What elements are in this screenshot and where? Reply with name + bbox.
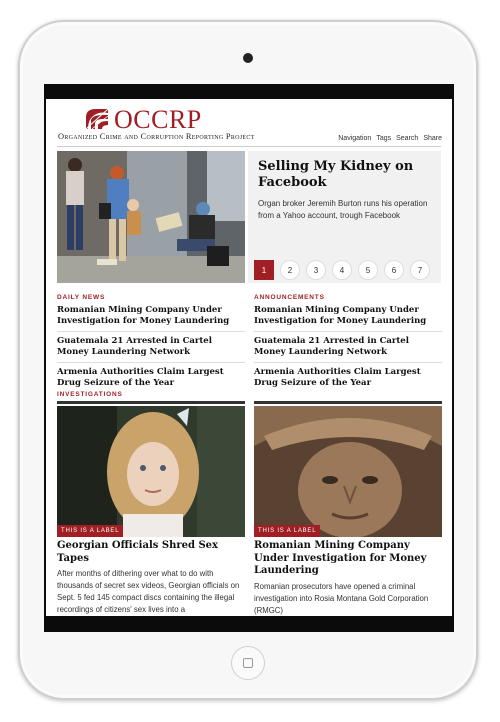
pager-page-4[interactable]: 4	[332, 260, 352, 280]
section-divider	[57, 401, 245, 404]
daily-news-item[interactable]: Armenia Authorities Claim Largest Drug S…	[57, 366, 245, 393]
card-title[interactable]: Romanian Mining Company Under Investigat…	[254, 540, 442, 578]
hero-image[interactable]	[57, 151, 245, 283]
card-title[interactable]: Georgian Officials Shred Sex Tapes	[57, 540, 245, 565]
card-label: THIS IS A LABEL	[57, 525, 124, 537]
site-subtitle: Organized Crime and Corruption Reporting…	[58, 132, 255, 141]
top-navigation: Navigation Tags Search Share	[338, 135, 442, 142]
section-label-announcements: ANNOUNCEMENTS	[254, 294, 325, 301]
hero-title[interactable]: Selling My Kidney on Facebook	[258, 159, 436, 191]
investigation-card[interactable]: THIS IS A LABEL Georgian Officials Shred…	[57, 406, 245, 616]
pager-page-2[interactable]: 2	[280, 260, 300, 280]
home-button[interactable]	[231, 646, 265, 680]
pager-page-1[interactable]: 1	[254, 260, 274, 280]
card-excerpt: Romanian prosecutors have opened a crimi…	[254, 581, 429, 615]
pager-page-3[interactable]: 3	[306, 260, 326, 280]
section-divider	[254, 401, 442, 404]
announcement-item[interactable]: Guatemala 21 Arrested in Cartel Money La…	[254, 335, 442, 363]
daily-news-section: DAILY NEWS Romanian Mining Company Under…	[57, 293, 245, 396]
announcement-item[interactable]: Armenia Authorities Claim Largest Drug S…	[254, 366, 442, 393]
card-image-girl[interactable]: THIS IS A LABEL	[57, 406, 245, 537]
site-logo[interactable]: OCCRP	[114, 106, 202, 134]
card-image-old-woman[interactable]: THIS IS A LABEL	[254, 406, 442, 537]
hero-panel: Selling My Kidney on Facebook Organ brok…	[248, 151, 441, 283]
investigation-card[interactable]: THIS IS A LABEL Romanian Mining Company …	[254, 406, 442, 616]
home-square-icon	[243, 658, 253, 668]
announcement-item[interactable]: Romanian Mining Company Under Investigat…	[254, 304, 442, 332]
pager-page-7[interactable]: 7	[410, 260, 430, 280]
nav-navigation[interactable]: Navigation	[338, 135, 371, 142]
hero-description: Organ broker Jeremih Burton runs his ope…	[258, 199, 428, 220]
tablet-screen: OCCRP Organized Crime and Corruption Rep…	[44, 84, 454, 632]
daily-news-item[interactable]: Romanian Mining Company Under Investigat…	[57, 304, 245, 332]
nav-tags[interactable]: Tags	[376, 135, 391, 142]
hero-pager: 1 2 3 4 5 6 7	[254, 260, 430, 280]
card-excerpt: After months of dithering over what to d…	[57, 569, 240, 614]
announcements-section: ANNOUNCEMENTS Romanian Mining Company Un…	[254, 293, 442, 396]
section-label-daily-news: DAILY NEWS	[57, 294, 106, 301]
globe-logo-icon	[85, 108, 109, 130]
header-divider	[57, 146, 441, 147]
section-label-investigations: INVESTIGATIONS	[57, 391, 123, 398]
card-label: THIS IS A LABEL	[254, 525, 321, 537]
nav-search[interactable]: Search	[396, 135, 418, 142]
pager-page-5[interactable]: 5	[358, 260, 378, 280]
web-page: OCCRP Organized Crime and Corruption Rep…	[46, 99, 452, 616]
nav-share[interactable]: Share	[423, 135, 442, 142]
pager-page-6[interactable]: 6	[384, 260, 404, 280]
camera-icon	[243, 53, 253, 63]
daily-news-item[interactable]: Guatemala 21 Arrested in Cartel Money La…	[57, 335, 245, 363]
